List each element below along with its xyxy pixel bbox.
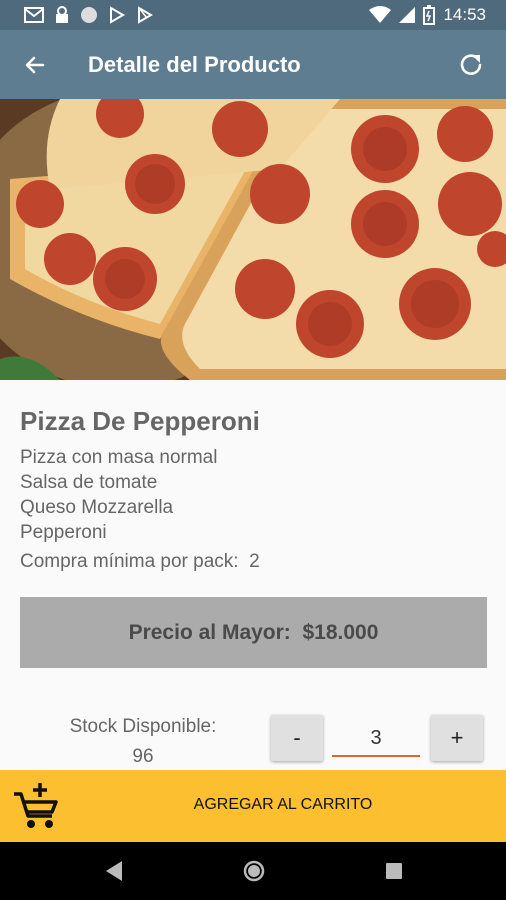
min-purchase-value: 2: [249, 551, 260, 572]
product-name: Pizza De Pepperoni: [20, 406, 260, 436]
min-purchase: Compra mínima por pack: 2: [20, 551, 486, 573]
play-store-icon: [138, 6, 153, 24]
system-nav-bar: [0, 842, 506, 900]
description-line: Salsa de tomate: [20, 472, 158, 493]
product-info: Pizza De Pepperoni Pizza con masa normal…: [20, 380, 486, 573]
clock: 14:53: [443, 5, 486, 24]
stock-value: 96: [132, 746, 154, 767]
stock-info: Stock Disponible: 96: [50, 712, 236, 772]
lock-icon: [56, 6, 68, 23]
description-line: Queso Mozzarella: [20, 497, 174, 518]
stock-label: Stock Disponible:: [69, 716, 217, 737]
quantity-input[interactable]: [332, 722, 420, 757]
product-image: [0, 99, 506, 380]
nav-back-icon[interactable]: [104, 860, 124, 882]
status-bar: 14:53: [0, 0, 506, 30]
refresh-icon: [460, 54, 482, 75]
battery-icon: [423, 5, 436, 25]
price-label: Precio al Mayor:: [128, 620, 291, 644]
price-value: $18.000: [302, 620, 379, 644]
signal-icon: [399, 7, 416, 23]
description-line: Pizza con masa normal: [20, 447, 218, 468]
mail-icon: [24, 7, 44, 23]
nav-home-icon[interactable]: [243, 860, 265, 882]
wifi-icon: [369, 6, 392, 23]
back-button[interactable]: [18, 48, 52, 82]
product-description: Pizza con masa normal Salsa de tomate Qu…: [20, 445, 486, 545]
add-to-cart-button[interactable]: AGREGAR AL CARRITO: [0, 770, 506, 842]
description-line: Pepperoni: [20, 522, 107, 543]
increase-quantity-button[interactable]: +: [431, 715, 483, 761]
page-title: Detalle del Producto: [88, 52, 301, 77]
add-to-cart-label: AGREGAR AL CARRITO: [193, 796, 373, 813]
circle-icon: [81, 7, 97, 23]
notification-icons: [24, 6, 154, 24]
refresh-button[interactable]: [454, 48, 488, 82]
system-icons: 14:53: [369, 5, 486, 25]
wholesale-price-box: Precio al Mayor: $18.000: [20, 597, 487, 668]
download-icon: [110, 6, 125, 24]
min-purchase-label: Compra mínima por pack:: [20, 551, 239, 572]
arrow-back-icon: [25, 56, 45, 74]
app-bar: Detalle del Producto: [0, 30, 506, 99]
nav-recent-icon[interactable]: [385, 862, 403, 880]
decrease-quantity-button[interactable]: -: [271, 715, 323, 761]
